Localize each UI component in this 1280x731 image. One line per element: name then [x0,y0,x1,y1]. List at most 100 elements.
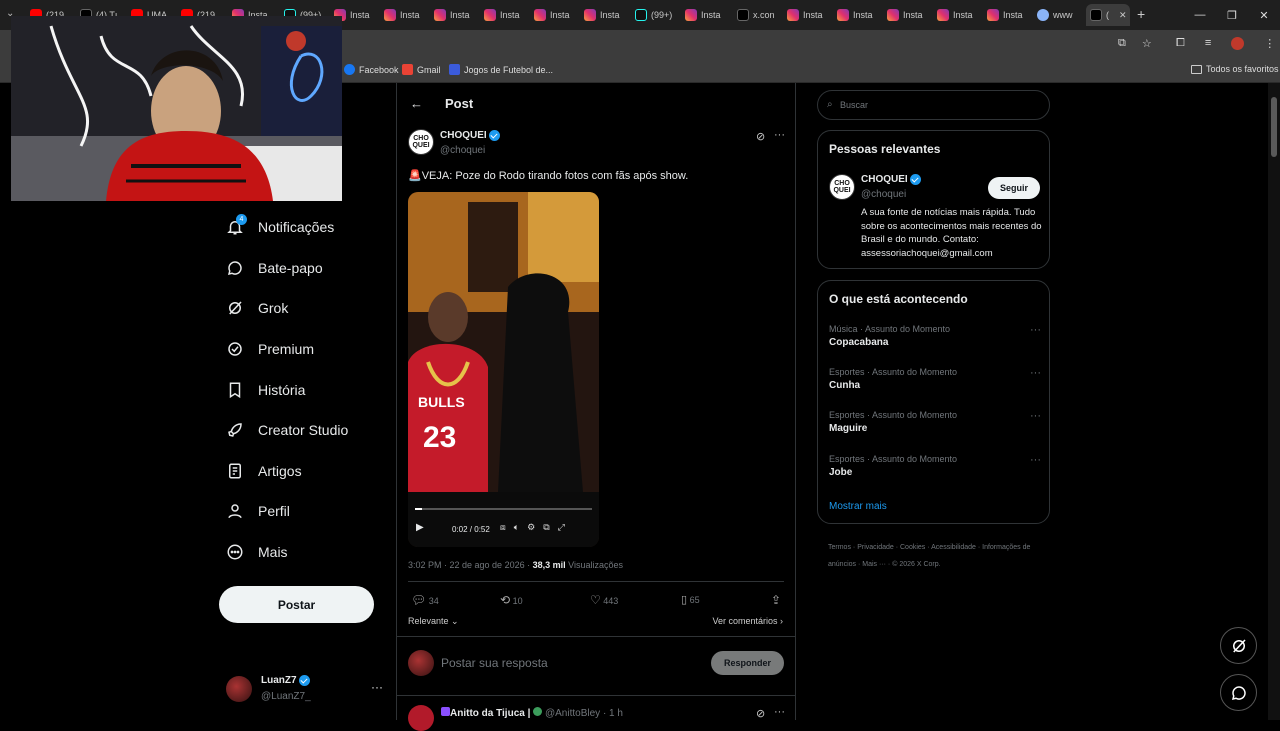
chat-floating-button[interactable] [1220,674,1257,711]
more-options-icon[interactable]: ··· [1030,454,1041,466]
nav-profile[interactable]: Perfil [226,496,290,526]
fullscreen-icon[interactable]: ⤢ [558,522,565,533]
star-icon[interactable]: ☆ [1142,37,1152,50]
follow-button[interactable]: Seguir [988,177,1040,199]
more-options-icon[interactable]: ··· [774,129,785,141]
author-avatar[interactable]: CHO QUEI [408,129,434,155]
grok-floating-button[interactable] [1220,627,1257,664]
scrollbar-thumb[interactable] [1271,97,1277,157]
search-input[interactable]: ⌕ Buscar [817,90,1050,120]
close-tab-icon[interactable]: ✕ [1119,10,1127,21]
verified-icon [299,675,311,686]
browser-tab[interactable]: www [1037,4,1083,26]
nav-chat[interactable]: Bate-papo [226,253,323,283]
maximize-icon[interactable]: ❐ [1216,0,1248,30]
reply-button[interactable]: 💬︎ 34 [411,593,439,607]
next-reply-header[interactable]: Anitto da Tijuca | @AnittoBley · 1 h [441,707,623,719]
browser-tab[interactable]: Insta [384,4,430,26]
bookmark-jogos[interactable]: Jogos de Futebol de... [449,64,553,75]
more-options-icon[interactable]: ··· [774,706,785,718]
browser-tab[interactable]: Insta [837,4,883,26]
nav-creator-studio[interactable]: Creator Studio [226,415,348,445]
show-more-link[interactable]: Mostrar mais [829,501,887,512]
new-tab-button[interactable]: + [1137,6,1145,22]
post-button[interactable]: Postar [219,586,374,623]
more-dots-icon[interactable]: ··· [371,680,383,694]
webcam-image [11,16,342,201]
footer-link[interactable]: Termos [828,544,851,551]
minimize-icon[interactable]: — [1184,0,1216,30]
scrollbar[interactable] [1268,83,1280,720]
cast-icon[interactable]: ⧉ [1118,37,1126,50]
profile-icon[interactable] [1231,37,1245,50]
footer-link[interactable]: Cookies [900,544,925,551]
settings-icon[interactable]: ⚙︎ [527,522,535,533]
all-bookmarks[interactable]: Todos os favoritos [1191,64,1279,74]
captions-icon[interactable]: ⧈ [500,522,506,533]
relevant-name-row[interactable]: CHOQUEI [861,174,922,185]
more-options-icon[interactable]: ··· [1030,324,1041,336]
browser-tab[interactable]: Insta [887,4,933,26]
back-arrow-icon[interactable]: ← [410,96,423,111]
trend-item[interactable]: Música · Assunto do Momento Copacabana ·… [829,324,1041,348]
browser-tab[interactable]: Insta [787,4,833,26]
author-avatar[interactable]: CHO QUEI [829,174,855,200]
browser-tab[interactable]: (99+) [635,4,681,26]
media-icon[interactable]: ≡ [1205,37,1211,50]
account-handle: @LuanZ7_ [261,691,311,702]
browser-tab[interactable]: Insta [937,4,983,26]
pip-icon[interactable]: ⧉ [543,522,549,533]
trend-item[interactable]: Esportes · Assunto do Momento Jobe ··· [829,454,1041,478]
tab-label: Insta [350,10,370,20]
trend-name: Maguire [829,423,868,434]
browser-tab[interactable]: Insta [434,4,480,26]
trend-item[interactable]: Esportes · Assunto do Momento Cunha ··· [829,367,1041,391]
bookmark-gmail[interactable]: Gmail [402,64,441,75]
reply-input[interactable]: Postar sua resposta [441,656,548,670]
browser-tab[interactable]: Insta [685,4,731,26]
grok-icon[interactable]: ⊘ [756,707,765,720]
author-name-row[interactable]: CHOQUEI [440,130,501,141]
account-switcher[interactable]: LuanZ7 @LuanZ7_ ··· [226,674,386,708]
share-icon[interactable]: ⇪ [771,593,781,607]
browser-tab[interactable]: Insta [534,4,580,26]
browser-tab[interactable]: x.con [737,4,783,26]
grok-icon[interactable]: ⊘ [756,130,765,143]
sort-dropdown[interactable]: Relevante ⌄ [408,616,459,627]
browser-tab[interactable]: Insta [584,4,630,26]
divider [397,695,795,696]
browser-tab[interactable]: (✕ [1086,4,1130,26]
trend-item[interactable]: Esportes · Assunto do Momento Maguire ··… [829,410,1041,434]
play-icon[interactable]: ▶ [416,522,424,533]
bookmark-facebook[interactable]: Facebook [344,64,399,75]
nav-history[interactable]: História [226,375,305,405]
menu-icon[interactable]: ⋮ [1264,37,1275,50]
ig-favicon-icon [434,9,446,21]
close-window-icon[interactable]: ✕ [1248,0,1280,30]
video-progress-track[interactable] [415,508,592,510]
volume-icon[interactable]: 🔈︎ [514,522,519,533]
more-options-icon[interactable]: ··· [1030,367,1041,379]
browser-tab[interactable]: Insta [987,4,1033,26]
footer-link[interactable]: Privacidade [857,544,894,551]
repost-button[interactable]: ⟲ 10 [500,593,523,607]
nav-grok[interactable]: Grok [226,293,288,323]
bookmark-button[interactable]: ▯ 65 [681,593,700,606]
like-button[interactable]: ♡ 443 [590,593,618,607]
tab-label: www [1053,10,1073,20]
nav-notifications[interactable]: 4 Notificações [226,212,334,242]
view-count: 38,3 mil [532,560,566,570]
nav-label: Notificações [258,219,335,235]
reply-submit-button[interactable]: Responder [711,651,784,675]
more-options-icon[interactable]: ··· [1030,410,1041,422]
relevant-handle: @choquei [861,189,907,200]
nav-premium[interactable]: Premium [226,334,314,364]
footer-link[interactable]: Mais ··· [862,561,886,568]
video-player[interactable]: BULLS 23 ▶ 0:02 / 0:52 ⧈ 🔈︎ ⚙︎ ⧉ ⤢ [408,192,599,547]
extensions-icon[interactable]: ⧠ [1176,37,1185,50]
nav-articles[interactable]: Artigos [226,456,302,486]
view-comments-link[interactable]: Ver comentários › [712,616,783,626]
browser-tab[interactable]: Insta [484,4,530,26]
nav-more[interactable]: Mais [226,537,288,567]
footer-link[interactable]: Acessibilidade [931,544,976,551]
